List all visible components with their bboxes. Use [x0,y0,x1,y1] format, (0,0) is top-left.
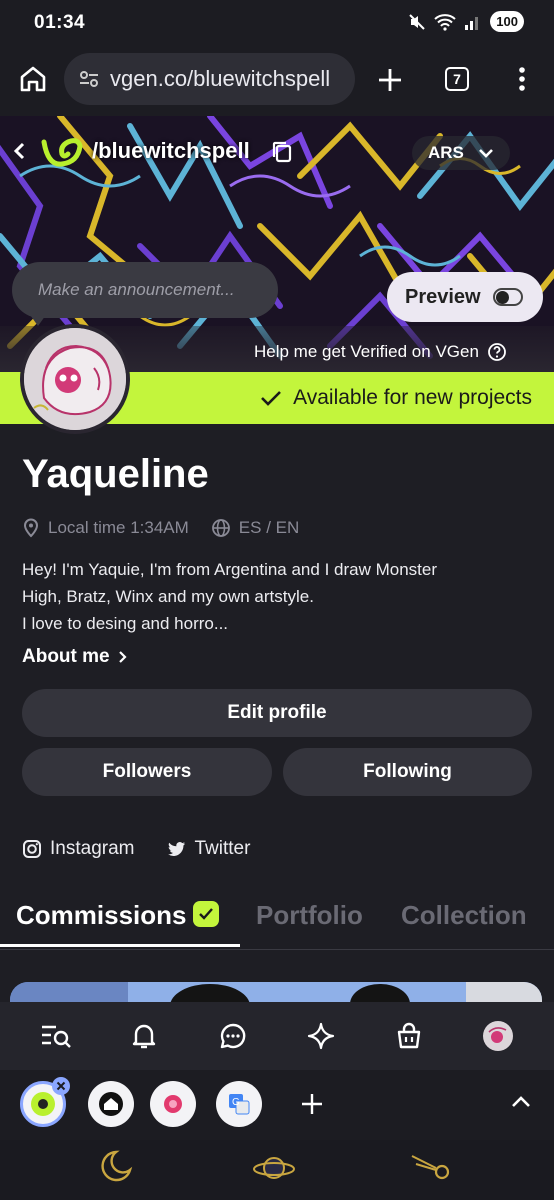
profile-bio: Hey! I'm Yaquie, I'm from Argentina and … [22,556,542,637]
twitter-icon [168,842,186,856]
tab-translate[interactable]: G [216,1081,262,1127]
svg-text:G: G [232,1097,240,1108]
verify-link[interactable]: Help me get Verified on VGen [254,342,507,362]
twitter-link[interactable]: Twitter [168,838,250,860]
vgen-logo[interactable] [38,134,86,170]
preview-toggle-button[interactable]: Preview [387,272,543,322]
nav-notifications[interactable] [128,1020,160,1052]
add-tab-icon[interactable] [300,1092,324,1116]
preview-label: Preview [405,285,481,308]
status-bar: 01:34 100 [0,0,554,44]
flower-favicon-icon [164,1095,182,1113]
local-time: Local time 1:34AM [48,518,189,537]
profile-handle: /bluewitchspell [92,138,250,163]
search-list-icon [42,1025,72,1048]
location-pin-icon [23,518,39,538]
more-menu-icon[interactable] [510,64,534,94]
mute-icon [409,13,426,30]
bell-icon [133,1024,156,1049]
globe-icon [211,519,230,537]
nav-discover[interactable] [305,1020,337,1052]
home-icon[interactable] [18,64,48,94]
edit-profile-button[interactable]: Edit profile [22,689,532,737]
browser-tab-strip: G [0,1070,554,1140]
instagram-label: Instagram [50,838,135,859]
instagram-icon [23,840,41,858]
copy-icon[interactable] [271,140,293,164]
tab-switcher-button[interactable]: 7 [445,67,469,91]
site-settings-icon[interactable] [78,68,100,90]
house-favicon-icon [99,1092,123,1116]
back-chevron-icon[interactable] [10,140,30,162]
comet-doodle-icon [411,1155,450,1180]
new-tab-icon[interactable] [376,66,404,94]
profile-tabs: Commissions Portfolio Collection [0,894,554,950]
browser-toolbar: vgen.co/bluewitchspell 7 [0,44,554,116]
profile-meta: Local time 1:34AM ES / EN [22,518,299,538]
avatar[interactable] [20,324,130,434]
moon-doodle-icon [101,1150,133,1182]
tab-flower[interactable] [150,1081,196,1127]
chevron-right-icon [118,651,127,663]
nav-profile[interactable] [482,1020,514,1052]
verified-check-icon [192,901,219,927]
chevron-down-icon [478,149,493,158]
followers-button[interactable]: Followers [22,748,272,796]
chevron-up-icon[interactable] [510,1094,532,1110]
about-me-label: About me [22,646,110,667]
status-time: 01:34 [34,12,86,33]
currency-label: ARS [428,143,464,162]
following-button[interactable]: Following [283,748,532,796]
bio-line: I love to desing and horro... [22,614,229,633]
vgen-top-nav: /bluewitchspell ARS [0,132,554,172]
tab-portfolio[interactable]: Portfolio [256,900,363,931]
wifi-icon [434,13,456,31]
profile-name: Yaqueline [22,452,209,496]
currency-selector[interactable]: ARS [412,136,510,170]
shopping-bag-icon [398,1022,421,1049]
vgen-bottom-nav [0,1002,554,1070]
bio-line: High, Bratz, Winx and my own artstyle. [22,587,314,606]
avatar-illustration [24,328,126,430]
announcement-input[interactable]: Make an announcement... [12,262,278,318]
social-links: Instagram Twitter [22,838,284,860]
tab-commissions-label: Commissions [16,900,187,930]
twitter-label: Twitter [194,838,251,859]
home-wallpaper-strip [0,1140,554,1200]
nav-messages[interactable] [217,1020,249,1052]
battery-badge: 100 [490,11,524,32]
check-icon [261,391,282,406]
chat-icon [220,1023,246,1049]
help-circle-icon [488,343,506,361]
url-text: vgen.co/bluewitchspell [110,66,331,91]
preview-switch[interactable] [492,288,523,306]
translate-favicon-icon: G [229,1094,250,1115]
nav-cart[interactable] [393,1020,425,1052]
verify-text: Help me get Verified on VGen [254,342,479,361]
nav-search[interactable] [40,1020,72,1052]
profile-avatar-icon [482,1021,513,1051]
planet-doodle-icon [253,1157,295,1179]
tab-collection[interactable]: Collection [401,900,527,931]
announcement-bubble-tail [28,312,48,326]
signal-icon [465,16,479,30]
bio-line: Hey! I'm Yaquie, I'm from Argentina and … [22,560,437,579]
sparkle-icon [308,1022,335,1050]
address-bar[interactable]: vgen.co/bluewitchspell [64,53,355,105]
instagram-link[interactable]: Instagram [22,838,134,860]
languages: ES / EN [238,518,300,537]
tab-commissions[interactable]: Commissions [16,900,219,931]
availability-text: Available for new projects [293,386,532,409]
close-tab-icon[interactable] [51,1076,71,1096]
tab-home[interactable] [88,1081,134,1127]
active-tab-indicator [0,944,240,947]
about-me-link[interactable]: About me [22,646,128,668]
